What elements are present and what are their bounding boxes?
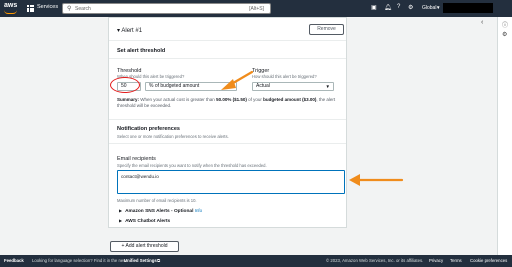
footer: Feedback Looking for language selection?… [0, 255, 512, 267]
language-prompt: Looking for language selection? Find it … [32, 258, 127, 263]
annotation-arrow-email-head [349, 174, 360, 186]
annotation-arrows [221, 70, 404, 186]
copyright: © 2023, Amazon Web Services, Inc. or its… [326, 258, 424, 263]
feedback-link[interactable]: Feedback [4, 258, 24, 263]
cookie-preferences-link[interactable]: Cookie preferences [470, 258, 507, 263]
terms-link[interactable]: Terms [450, 258, 462, 263]
external-link-icon: ⧉ [157, 258, 161, 263]
privacy-link[interactable]: Privacy [429, 258, 443, 263]
unified-settings-link[interactable]: Unified Settings [124, 258, 157, 263]
annotation-arrow-threshold-head [221, 79, 236, 90]
